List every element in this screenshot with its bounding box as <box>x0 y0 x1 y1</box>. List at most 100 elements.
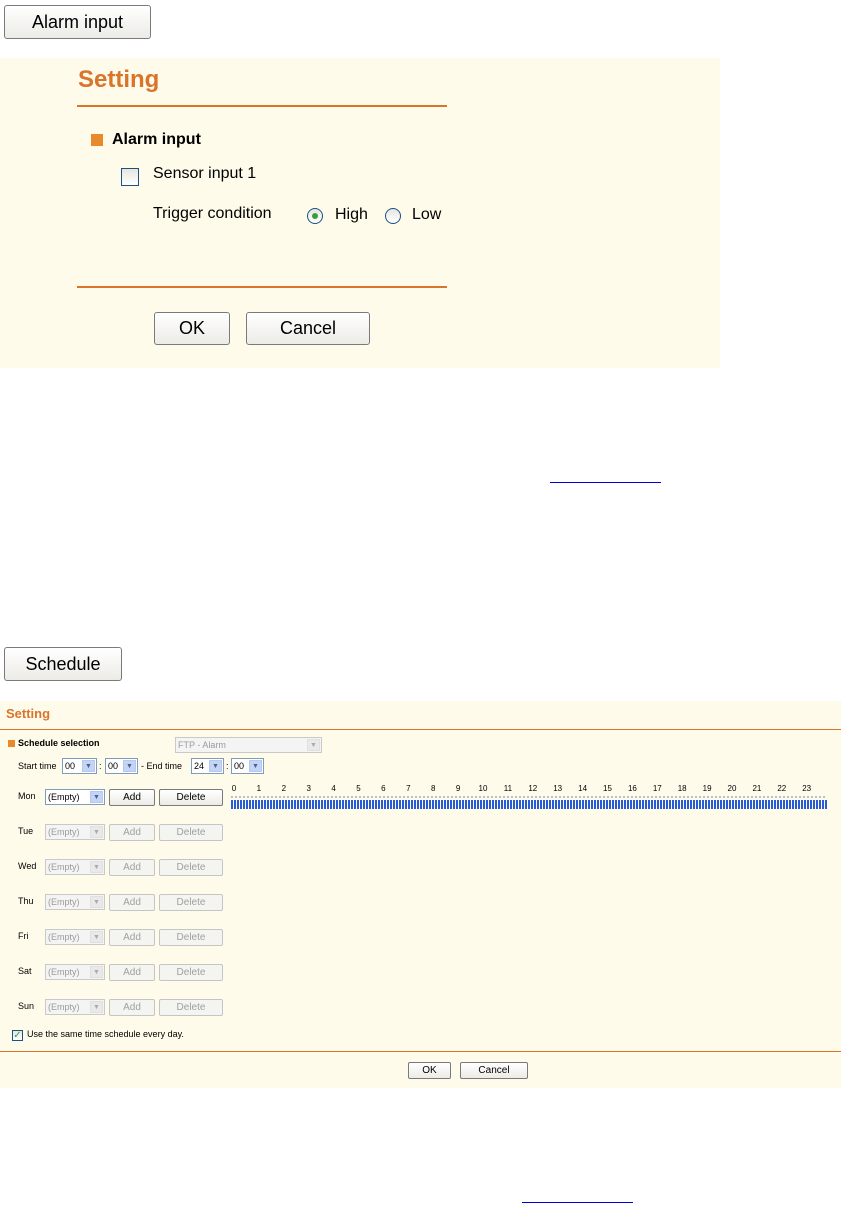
timeline-slot <box>342 800 344 809</box>
timeline-slot <box>423 800 425 809</box>
day-mon-select[interactable]: (Empty) ▼ <box>45 789 105 805</box>
timeline-slot <box>471 800 473 809</box>
add-button[interactable]: Add <box>109 999 155 1016</box>
timeline-slot <box>360 800 362 809</box>
timeline-slot <box>420 800 422 809</box>
timeline-hour-label: 17 <box>652 784 662 793</box>
check-icon: ✓ <box>13 1029 22 1041</box>
day-fri-select[interactable]: (Empty) ▼ <box>45 929 105 945</box>
start-hour-select[interactable]: 00 ▼ <box>62 758 97 774</box>
ok-button[interactable]: OK <box>408 1062 451 1079</box>
timeline-slot <box>405 800 407 809</box>
end-hour-select[interactable]: 24 ▼ <box>191 758 224 774</box>
trigger-high-radio[interactable] <box>307 208 323 224</box>
chevron-down-icon: ▼ <box>90 896 103 908</box>
timeline-slot <box>531 800 533 809</box>
timeline-bar[interactable] <box>231 795 827 811</box>
timeline-slot <box>660 800 662 809</box>
day-label-fri: Fri <box>18 931 29 941</box>
timeline-slot <box>582 800 584 809</box>
timeline-slot <box>450 800 452 809</box>
chevron-down-icon: ▼ <box>123 760 136 772</box>
timeline-slot <box>288 800 290 809</box>
timeline-slot <box>522 800 524 809</box>
day-wed-select[interactable]: (Empty) ▼ <box>45 859 105 875</box>
add-button[interactable]: Add <box>109 929 155 946</box>
timeline-slot <box>393 800 395 809</box>
timeline-slot <box>408 800 410 809</box>
timeline-slot <box>732 800 734 809</box>
timeline-hour-label: 1 <box>256 784 262 793</box>
timeline-slot <box>696 800 698 809</box>
same-schedule-checkbox[interactable]: ✓ <box>12 1030 23 1041</box>
day-tue-select[interactable]: (Empty) ▼ <box>45 824 105 840</box>
timeline-slot <box>561 800 563 809</box>
schedule-selection-dropdown[interactable]: FTP - Alarm ▼ <box>175 737 322 753</box>
timeline-slot <box>417 800 419 809</box>
hyperlink-underline[interactable] <box>522 1202 633 1203</box>
trigger-low-label: Low <box>412 206 442 223</box>
add-button[interactable]: Add <box>109 859 155 876</box>
day-thu-select[interactable]: (Empty) ▼ <box>45 894 105 910</box>
day-label-wed: Wed <box>18 861 37 871</box>
timeline-slot <box>363 800 365 809</box>
delete-button[interactable]: Delete <box>159 964 223 981</box>
cancel-button[interactable]: Cancel <box>246 312 370 345</box>
day-sun-select[interactable]: (Empty) ▼ <box>45 999 105 1015</box>
timeline-slot <box>294 800 296 809</box>
timeline-slot <box>567 800 569 809</box>
start-minute-value: 00 <box>108 761 119 771</box>
timeline-slot <box>693 800 695 809</box>
timeline-slot <box>243 800 245 809</box>
timeline-hour-label: 21 <box>752 784 762 793</box>
delete-button[interactable]: Delete <box>159 859 223 876</box>
timeline-slot <box>723 800 725 809</box>
delete-button[interactable]: Delete <box>159 894 223 911</box>
timeline-slot <box>483 800 485 809</box>
add-button[interactable]: Add <box>109 964 155 981</box>
chevron-down-icon: ▼ <box>90 791 103 803</box>
timeline-slot <box>546 800 548 809</box>
timeline-hour-label: 15 <box>603 784 612 793</box>
chevron-down-icon: ▼ <box>209 760 222 772</box>
timeline-slot <box>285 800 287 809</box>
timeline-hour-label: 12 <box>528 784 538 793</box>
cancel-button[interactable]: Cancel <box>460 1062 528 1079</box>
day-sat-select[interactable]: (Empty) ▼ <box>45 964 105 980</box>
timeline-slot <box>825 800 827 809</box>
add-button[interactable]: Add <box>109 824 155 841</box>
timeline-slot <box>822 800 824 809</box>
timeline-slot <box>276 800 278 809</box>
ok-button[interactable]: OK <box>154 312 230 345</box>
timeline-slot <box>768 800 770 809</box>
timeline-slot <box>315 800 317 809</box>
timeline-slot <box>465 800 467 809</box>
timeline-slot <box>684 800 686 809</box>
alarm-setting-panel: Setting Alarm input Sensor input 1 Trigg… <box>0 58 720 368</box>
timeline-slot <box>501 800 503 809</box>
section-title: Schedule selection <box>18 738 100 748</box>
timeline-slot <box>399 800 401 809</box>
trigger-low-radio[interactable] <box>385 208 401 224</box>
add-button[interactable]: Add <box>109 894 155 911</box>
timeline-slot <box>402 800 404 809</box>
alarm-input-button[interactable]: Alarm input <box>4 5 151 39</box>
delete-button[interactable]: Delete <box>159 929 223 946</box>
timeline-slot <box>648 800 650 809</box>
timeline-slot <box>690 800 692 809</box>
delete-button[interactable]: Delete <box>159 999 223 1016</box>
end-minute-select[interactable]: 00 ▼ <box>231 758 264 774</box>
schedule-button[interactable]: Schedule <box>4 647 122 681</box>
add-button[interactable]: Add <box>109 789 155 806</box>
sensor-input-checkbox[interactable] <box>121 168 139 186</box>
delete-button[interactable]: Delete <box>159 789 223 806</box>
chevron-down-icon: ▼ <box>90 861 103 873</box>
timeline-slot <box>651 800 653 809</box>
chevron-down-icon: ▼ <box>90 826 103 838</box>
delete-button[interactable]: Delete <box>159 824 223 841</box>
timeline-slot <box>735 800 737 809</box>
hyperlink-underline[interactable] <box>550 482 661 483</box>
timeline-slot <box>816 800 818 809</box>
page-title: Setting <box>6 706 51 721</box>
start-minute-select[interactable]: 00 ▼ <box>105 758 138 774</box>
